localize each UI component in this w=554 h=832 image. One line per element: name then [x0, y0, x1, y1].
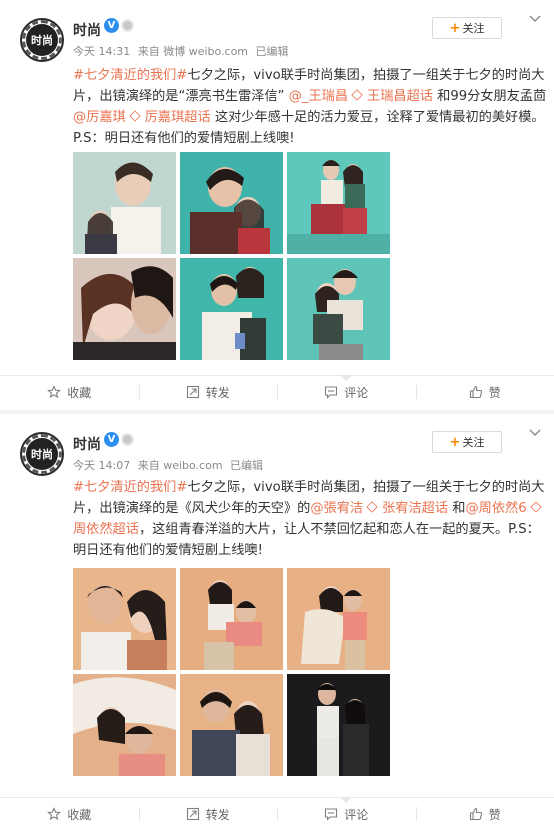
author-name[interactable]: 时尚 — [73, 434, 101, 454]
photo-thumbnail[interactable] — [180, 674, 283, 776]
photo-thumbnail[interactable] — [180, 152, 283, 254]
repost-icon — [186, 807, 199, 821]
follow-label: 关注 — [462, 22, 485, 35]
avatar[interactable]: 时尚 — [20, 432, 64, 476]
post-text: #七夕清近的我们#七夕之际，vivo联手时尚集团，拍摄了一组关于七夕的时尚大片，… — [73, 65, 551, 149]
super-topic-label: 厉嘉琪超话 — [144, 110, 211, 125]
photo-thumbnail[interactable] — [287, 674, 390, 776]
repost-button[interactable]: 转发 — [138, 798, 278, 830]
comment-button[interactable]: 评论 — [277, 375, 416, 408]
super-topic-link[interactable]: 厉嘉琪超话 — [126, 110, 211, 125]
mention-link[interactable]: @厉嘉琪 — [73, 110, 126, 125]
photo-thumbnail[interactable] — [180, 258, 283, 360]
photo-thumbnail[interactable] — [287, 152, 390, 254]
diamond-icon — [129, 110, 141, 122]
repost-label: 转发 — [205, 385, 230, 400]
text-segment: ，这组青春洋溢的大片，让人不禁回忆起和恋人在一起的夏天。P.S：明日还有他们的爱… — [73, 522, 540, 558]
comment-icon — [325, 808, 338, 821]
star-icon — [47, 807, 62, 821]
photo-grid — [73, 568, 391, 776]
hashtag-link[interactable]: #七夕清近的我们# — [73, 68, 187, 83]
diamond-icon — [529, 501, 542, 513]
avatar[interactable]: 时尚 — [20, 18, 64, 62]
photo-thumbnail[interactable] — [287, 568, 390, 670]
hashtag-link[interactable]: #七夕清近的我们# — [73, 480, 187, 495]
chevron-down-icon[interactable] — [528, 14, 542, 24]
verified-badge-icon: V — [104, 432, 119, 447]
edited-label[interactable]: 已编辑 — [256, 45, 289, 58]
comment-label: 评论 — [344, 807, 369, 822]
diamond-icon — [366, 501, 378, 513]
chevron-down-icon[interactable] — [528, 428, 542, 438]
thumbs-up-icon — [469, 385, 482, 399]
photo-thumbnail[interactable] — [73, 674, 176, 776]
post-meta: 今天 14:07 来自 weibo.com 已编辑 — [73, 457, 267, 473]
follow-label: 关注 — [462, 436, 485, 449]
text-segment: 和99分女朋友孟茴 — [432, 89, 547, 104]
photo-thumbnail[interactable] — [180, 568, 283, 670]
favorite-label: 收藏 — [67, 807, 92, 822]
super-topic-link[interactable]: 张宥洁超话 — [363, 501, 448, 516]
author-name[interactable]: 时尚 — [73, 20, 101, 40]
follow-button[interactable]: + 关注 — [432, 431, 502, 453]
super-topic-label: 张宥洁超话 — [382, 501, 449, 516]
comment-icon — [325, 386, 338, 399]
star-icon — [47, 385, 62, 399]
photo-thumbnail[interactable] — [73, 258, 176, 360]
post-meta: 今天 14:31 来自 微博 weibo.com 已编辑 — [73, 43, 293, 59]
post-time[interactable]: 今天 14:07 — [73, 459, 130, 472]
mention-link[interactable]: @周依然6 — [465, 501, 526, 516]
text-segment: 和 — [448, 501, 466, 516]
comment-button[interactable]: 评论 — [277, 797, 416, 830]
action-bar: 收藏 转发 评论 赞 — [0, 797, 554, 830]
super-topic-label: 王瑞昌超话 — [367, 89, 433, 104]
like-button[interactable]: 赞 — [415, 376, 554, 408]
follow-button[interactable]: + 关注 — [432, 17, 502, 39]
repost-icon — [186, 385, 199, 399]
edited-label[interactable]: 已编辑 — [230, 459, 263, 472]
weibo-post: 时尚 时尚 V 今天 14:07 来自 weibo.com 已编辑 + 关注 #… — [0, 414, 554, 832]
favorite-button[interactable]: 收藏 — [0, 798, 139, 830]
medal-icon — [121, 19, 134, 32]
favorite-button[interactable]: 收藏 — [0, 376, 139, 408]
plus-icon: + — [449, 434, 461, 450]
comment-label: 评论 — [344, 385, 369, 400]
weibo-post: 时尚 时尚 V 今天 14:31 来自 微博 weibo.com 已编辑 + 关… — [0, 0, 554, 410]
super-topic-link[interactable]: 王瑞昌超话 — [348, 89, 433, 104]
mention-link[interactable]: @張宥洁 — [310, 501, 363, 516]
photo-thumbnail[interactable] — [73, 568, 176, 670]
like-button[interactable]: 赞 — [415, 798, 554, 830]
medal-icon — [121, 433, 134, 446]
post-text: #七夕清近的我们#七夕之际，vivo联手时尚集团，拍摄了一组关于七夕的时尚大片，… — [73, 477, 551, 561]
mention-link[interactable]: @_王瑞昌 — [289, 89, 348, 104]
photo-grid — [73, 152, 391, 360]
favorite-label: 收藏 — [67, 385, 92, 400]
post-time[interactable]: 今天 14:31 — [73, 45, 130, 58]
super-topic-label: 周依然超话 — [73, 522, 139, 537]
like-label: 赞 — [488, 385, 501, 400]
avatar-logo: 时尚 — [26, 438, 58, 470]
verified-badge-icon: V — [104, 18, 119, 33]
avatar-logo: 时尚 — [26, 24, 58, 56]
photo-thumbnail[interactable] — [287, 258, 390, 360]
diamond-icon — [351, 89, 363, 101]
photo-thumbnail[interactable] — [73, 152, 176, 254]
post-source[interactable]: 来自 微博 weibo.com — [138, 45, 248, 58]
repost-button[interactable]: 转发 — [138, 376, 278, 408]
action-bar: 收藏 转发 评论 赞 — [0, 375, 554, 408]
thumbs-up-icon — [469, 807, 482, 821]
plus-icon: + — [449, 20, 461, 36]
repost-label: 转发 — [205, 807, 230, 822]
like-label: 赞 — [488, 807, 501, 822]
post-source[interactable]: 来自 weibo.com — [138, 459, 223, 472]
